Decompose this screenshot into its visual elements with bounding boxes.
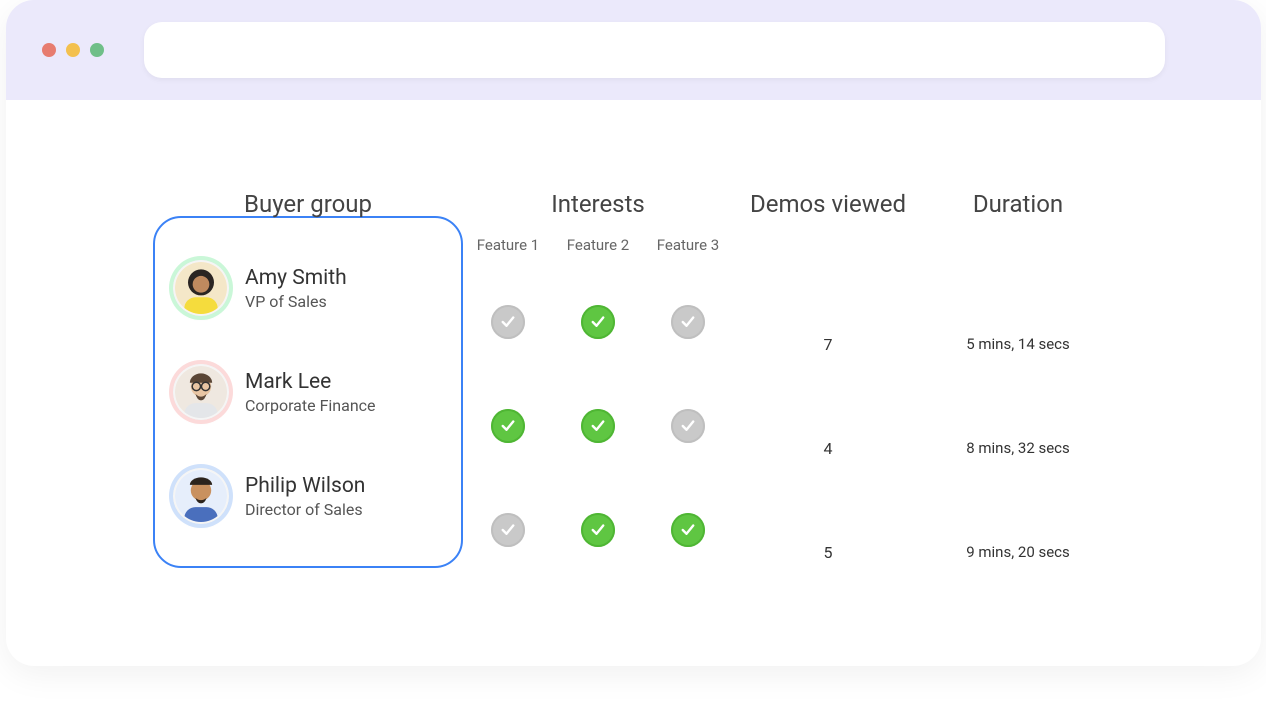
interests-subheaders: Feature 1 Feature 2 Feature 3 <box>463 236 733 254</box>
duration-value: 8 mins, 32 secs <box>966 439 1070 457</box>
check-icon <box>491 305 525 339</box>
duration-header: Duration <box>923 190 1113 218</box>
browser-window: Buyer group <box>6 0 1261 666</box>
buyer-group-card: Amy Smith VP of Sales <box>153 216 463 568</box>
interest-row <box>463 294 733 350</box>
person-title: Corporate Finance <box>245 396 376 415</box>
check-icon <box>581 513 615 547</box>
duration-value: 5 mins, 14 secs <box>966 335 1070 353</box>
person-row: Amy Smith VP of Sales <box>173 260 443 316</box>
person-info: Mark Lee Corporate Finance <box>245 370 376 415</box>
interest-row <box>463 502 733 558</box>
person-row: Philip Wilson Director of Sales <box>173 468 443 524</box>
buyer-group-column: Buyer group <box>153 190 463 568</box>
interests-column: Interests Feature 1 Feature 2 Feature 3 <box>463 190 733 606</box>
demos-value: 4 <box>824 439 833 458</box>
zoom-dot-icon[interactable] <box>90 43 104 57</box>
avatar <box>173 468 229 524</box>
interest-row <box>463 398 733 454</box>
feature-label: Feature 1 <box>463 236 553 254</box>
feature-label: Feature 2 <box>553 236 643 254</box>
window-controls <box>42 43 104 57</box>
demos-header: Demos viewed <box>733 190 923 218</box>
demos-column: Demos viewed 7 4 5 <box>733 190 923 580</box>
duration-value: 9 mins, 20 secs <box>966 543 1070 561</box>
person-avatar-icon <box>175 364 227 420</box>
person-name: Mark Lee <box>245 370 376 394</box>
check-icon <box>671 409 705 443</box>
main-content: Buyer group <box>6 100 1261 606</box>
check-icon <box>581 409 615 443</box>
demos-value: 7 <box>824 335 833 354</box>
person-row: Mark Lee Corporate Finance <box>173 364 443 420</box>
demos-value: 5 <box>824 543 833 562</box>
avatar <box>173 260 229 316</box>
person-info: Amy Smith VP of Sales <box>245 266 347 311</box>
close-dot-icon[interactable] <box>42 43 56 57</box>
check-icon <box>581 305 615 339</box>
person-title: VP of Sales <box>245 292 347 311</box>
person-title: Director of Sales <box>245 500 365 519</box>
interests-header: Interests <box>463 190 733 218</box>
person-avatar-icon <box>175 468 227 524</box>
check-icon <box>671 513 705 547</box>
check-icon <box>491 409 525 443</box>
duration-column: Duration 5 mins, 14 secs 8 mins, 32 secs… <box>923 190 1113 580</box>
check-icon <box>491 513 525 547</box>
minimize-dot-icon[interactable] <box>66 43 80 57</box>
browser-topbar <box>6 0 1261 100</box>
person-name: Philip Wilson <box>245 474 365 498</box>
person-info: Philip Wilson Director of Sales <box>245 474 365 519</box>
person-avatar-icon <box>175 260 227 316</box>
check-icon <box>671 305 705 339</box>
url-bar[interactable] <box>144 22 1165 78</box>
avatar <box>173 364 229 420</box>
feature-label: Feature 3 <box>643 236 733 254</box>
buyer-group-header: Buyer group <box>153 190 463 218</box>
person-name: Amy Smith <box>245 266 347 290</box>
